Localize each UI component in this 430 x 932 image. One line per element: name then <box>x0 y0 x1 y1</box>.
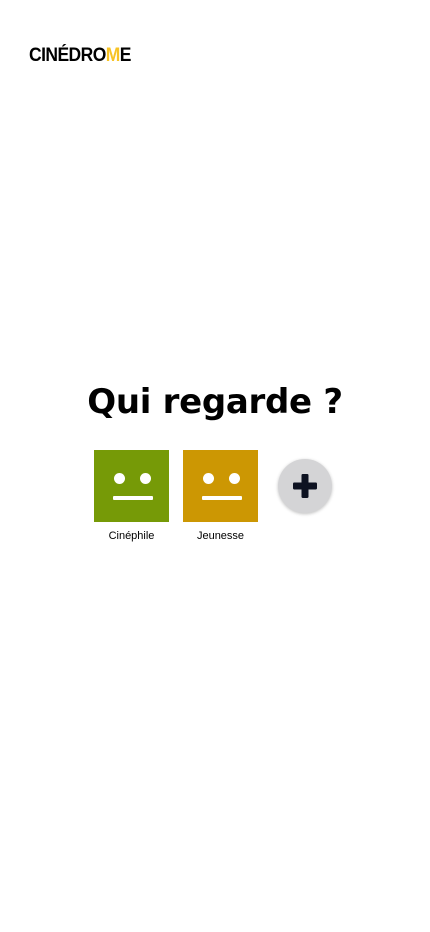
profile-avatar[interactable] <box>94 450 169 522</box>
avatar-left-eye <box>114 473 125 484</box>
avatar-right-eye <box>140 473 151 484</box>
profile-jeunesse[interactable]: Jeunesse <box>183 450 258 543</box>
profile-cinephile[interactable]: Cinéphile <box>94 450 169 543</box>
plus-icon <box>293 474 317 498</box>
profile-avatar[interactable] <box>183 450 258 522</box>
profile-name[interactable]: Cinéphile <box>109 529 155 543</box>
cinedrome-logo[interactable]: CINÉDRO M E <box>29 45 131 67</box>
logo-text-tail: E <box>119 45 132 66</box>
avatar-right-eye <box>229 473 240 484</box>
add-profile-button[interactable] <box>278 459 332 513</box>
profile-list: Cinéphile Jeunesse <box>94 450 332 543</box>
profile-selection-page: CINÉDRO M E Qui regarde ? Cinéphile Jeun… <box>0 0 430 932</box>
logo-text-accent: M <box>105 45 121 66</box>
profile-name[interactable]: Jeunesse <box>197 529 244 543</box>
avatar-mouth <box>202 496 242 500</box>
avatar-mouth <box>113 496 153 500</box>
avatar-left-eye <box>203 473 214 484</box>
logo-text-main: CINÉDRO <box>29 45 106 66</box>
page-title: Qui regarde ? <box>87 382 343 422</box>
